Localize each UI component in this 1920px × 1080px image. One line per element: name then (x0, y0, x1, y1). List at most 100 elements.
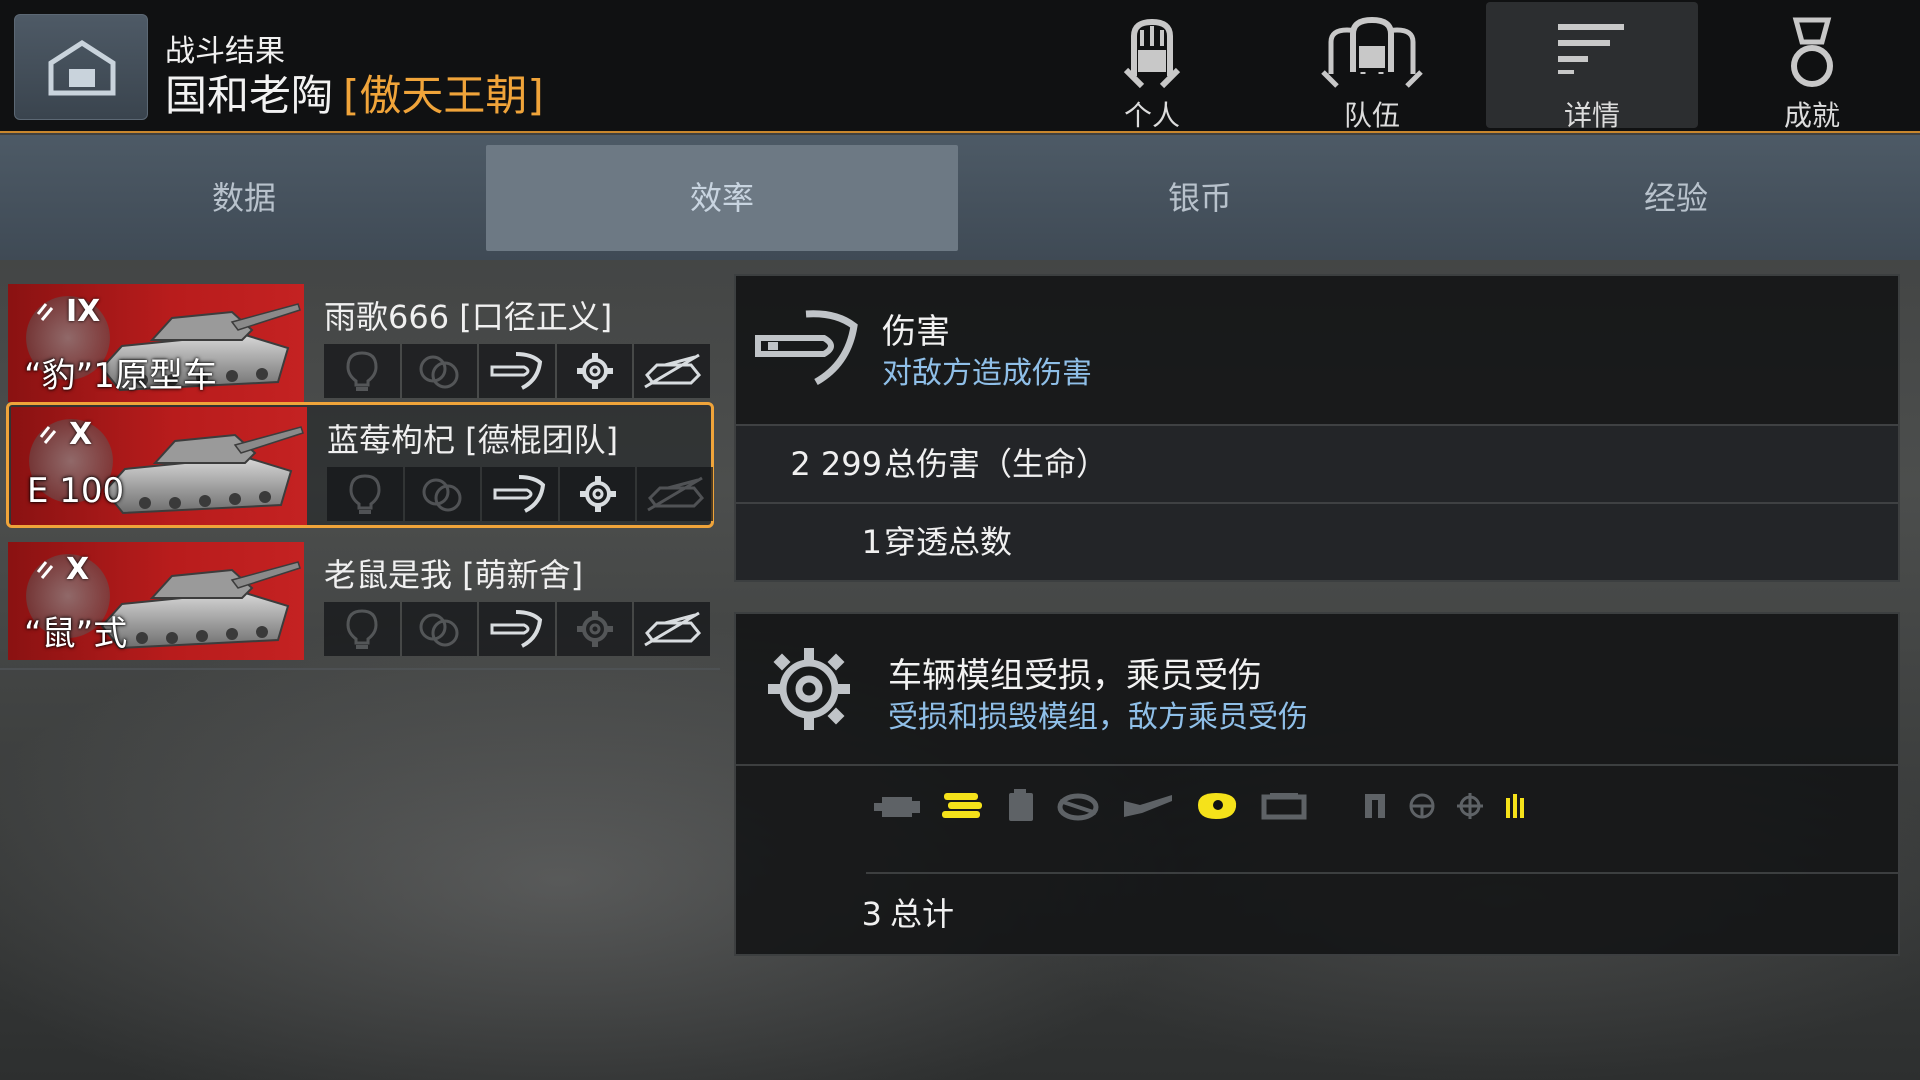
player-title: 国和老陶 [傲天王朝] (165, 62, 544, 123)
spotting-bulb-icon (345, 472, 385, 516)
nav-personal-label: 个人 (1123, 99, 1180, 132)
module-damage-panel: 车辆模组受损，乘员受伤 受损和损毁模组，敌方乘员受伤 3 总计 (734, 612, 1900, 956)
tank-tier: X (66, 552, 90, 587)
player-name: 蓝莓枸杞 [德棍团队] (327, 421, 619, 459)
module-subtitle: 受损和损毁模组，敌方乘员受伤 (888, 700, 1308, 735)
player-list-divider (0, 668, 720, 670)
efficiency-badge (482, 467, 558, 521)
assist-track-icon (418, 472, 466, 516)
stat-value: 1 (861, 523, 882, 561)
tab-bar: 数据 效率 银币 经验 (0, 135, 1920, 260)
nav-achievements[interactable]: 成就 (1706, 2, 1918, 132)
tab-data[interactable]: 数据 (8, 145, 480, 251)
kill-tank-icon (641, 353, 703, 389)
stat-label: 总计 (890, 895, 955, 933)
spotting-bulb-icon (342, 349, 382, 393)
fuel-tank-icon (1006, 789, 1036, 823)
nav-personal[interactable]: 个人 (1046, 2, 1258, 132)
player-name: 雨歌666 [口径正义] (324, 298, 613, 336)
efficiency-badge (479, 344, 555, 398)
efficiency-badge (637, 467, 713, 521)
assist-track-icon (415, 607, 463, 651)
tank-tier: X (69, 417, 93, 452)
assist-track-icon (415, 349, 463, 393)
efficiency-badges (327, 467, 713, 521)
tank-card: IX “豹”1原型车 (8, 284, 304, 402)
efficiency-badge (556, 602, 633, 656)
damage-shell-icon (490, 350, 544, 392)
tab-credits[interactable]: 银币 (964, 145, 1436, 251)
tab-experience[interactable]: 经验 (1440, 145, 1912, 251)
clan-tag: [傲天王朝] (343, 71, 544, 120)
gunner-icon (1456, 792, 1484, 820)
damage-panel: 伤害 对敌方造成伤害 2 299 总伤害（生命） 1 穿透总数 (734, 274, 1900, 582)
stat-value: 2 299 (790, 445, 882, 483)
damage-shell-icon (493, 473, 547, 515)
tank-tier: IX (66, 294, 101, 329)
efficiency-badge (404, 467, 481, 521)
nav-details[interactable]: 详情 (1486, 2, 1698, 132)
team-helmets-icon (1321, 16, 1423, 88)
module-gear-icon (575, 351, 615, 391)
stat-row-total-damage: 2 299 总伤害（生命） (736, 424, 1898, 502)
tab-efficiency[interactable]: 效率 (486, 145, 958, 251)
damage-subtitle: 对敌方造成伤害 (882, 356, 1092, 391)
efficiency-badge (634, 602, 710, 656)
damage-shell-icon (755, 310, 858, 386)
stat-row-module-total: 3 总计 (736, 876, 1898, 954)
efficiency-badge (556, 344, 633, 398)
nav-team-label: 队伍 (1343, 99, 1400, 132)
medal-icon (1791, 17, 1833, 87)
module-icon-strip (874, 776, 1526, 836)
stat-label: 总伤害（生命） (884, 445, 1109, 483)
tank-name: E 100 (27, 471, 125, 511)
commander-icon (1362, 792, 1388, 820)
tracks-icon (940, 791, 986, 821)
player-name: 老鼠是我 [萌新舍] (324, 556, 584, 594)
garage-home-icon (48, 40, 116, 96)
efficiency-badges (324, 602, 710, 656)
player-row[interactable]: IX “豹”1原型车 雨歌666 [口径正义] (6, 282, 714, 408)
damage-title: 伤害 (882, 312, 950, 352)
tank-card: X E 100 (11, 407, 307, 525)
personal-helmet-icon (1123, 18, 1181, 89)
efficiency-badge (479, 602, 555, 656)
nav-achievements-label: 成就 (1783, 99, 1840, 132)
module-title: 车辆模组受损，乘员受伤 (888, 656, 1262, 696)
efficiency-badge (559, 467, 636, 521)
tank-name: “鼠”式 (24, 614, 128, 654)
stat-value: 3 (861, 895, 882, 933)
player-name: 国和老陶 (165, 71, 334, 120)
efficiency-badge (401, 344, 478, 398)
gun-icon (1122, 791, 1174, 821)
tier-mark-icon (39, 426, 57, 444)
module-divider-2 (866, 872, 1898, 874)
optics-icon (1260, 791, 1308, 821)
nav-details-label: 详情 (1563, 99, 1620, 132)
efficiency-badge (324, 344, 400, 398)
tier-mark-icon (36, 303, 54, 321)
module-gear-icon (575, 609, 615, 649)
home-button[interactable] (14, 14, 148, 120)
efficiency-badge (327, 467, 403, 521)
driver-icon (1408, 792, 1436, 820)
radio-icon (1194, 789, 1240, 823)
player-row[interactable]: X “鼠”式 老鼠是我 [萌新舍] (6, 540, 714, 666)
tier-mark-icon (36, 561, 54, 579)
module-gear-icon (768, 648, 850, 730)
stat-label: 穿透总数 (884, 523, 1013, 561)
tank-image (103, 426, 304, 515)
engine-icon (874, 791, 920, 821)
stat-row-penetrations: 1 穿透总数 (736, 502, 1898, 580)
damage-shell-icon (490, 608, 544, 650)
player-row[interactable]: X E 100 蓝莓枸杞 [德棍团队] (6, 402, 714, 528)
module-gear-icon (578, 474, 618, 514)
details-lines-icon (1558, 24, 1624, 74)
kill-tank-icon (641, 611, 703, 647)
kill-tank-icon (644, 476, 706, 512)
top-bar: 战斗结果 国和老陶 [傲天王朝] 个人 队伍 详情 成就 (0, 0, 1920, 133)
efficiency-badge (401, 602, 478, 656)
module-divider (736, 764, 1898, 766)
efficiency-badge (634, 344, 710, 398)
nav-team[interactable]: 队伍 (1266, 2, 1478, 132)
